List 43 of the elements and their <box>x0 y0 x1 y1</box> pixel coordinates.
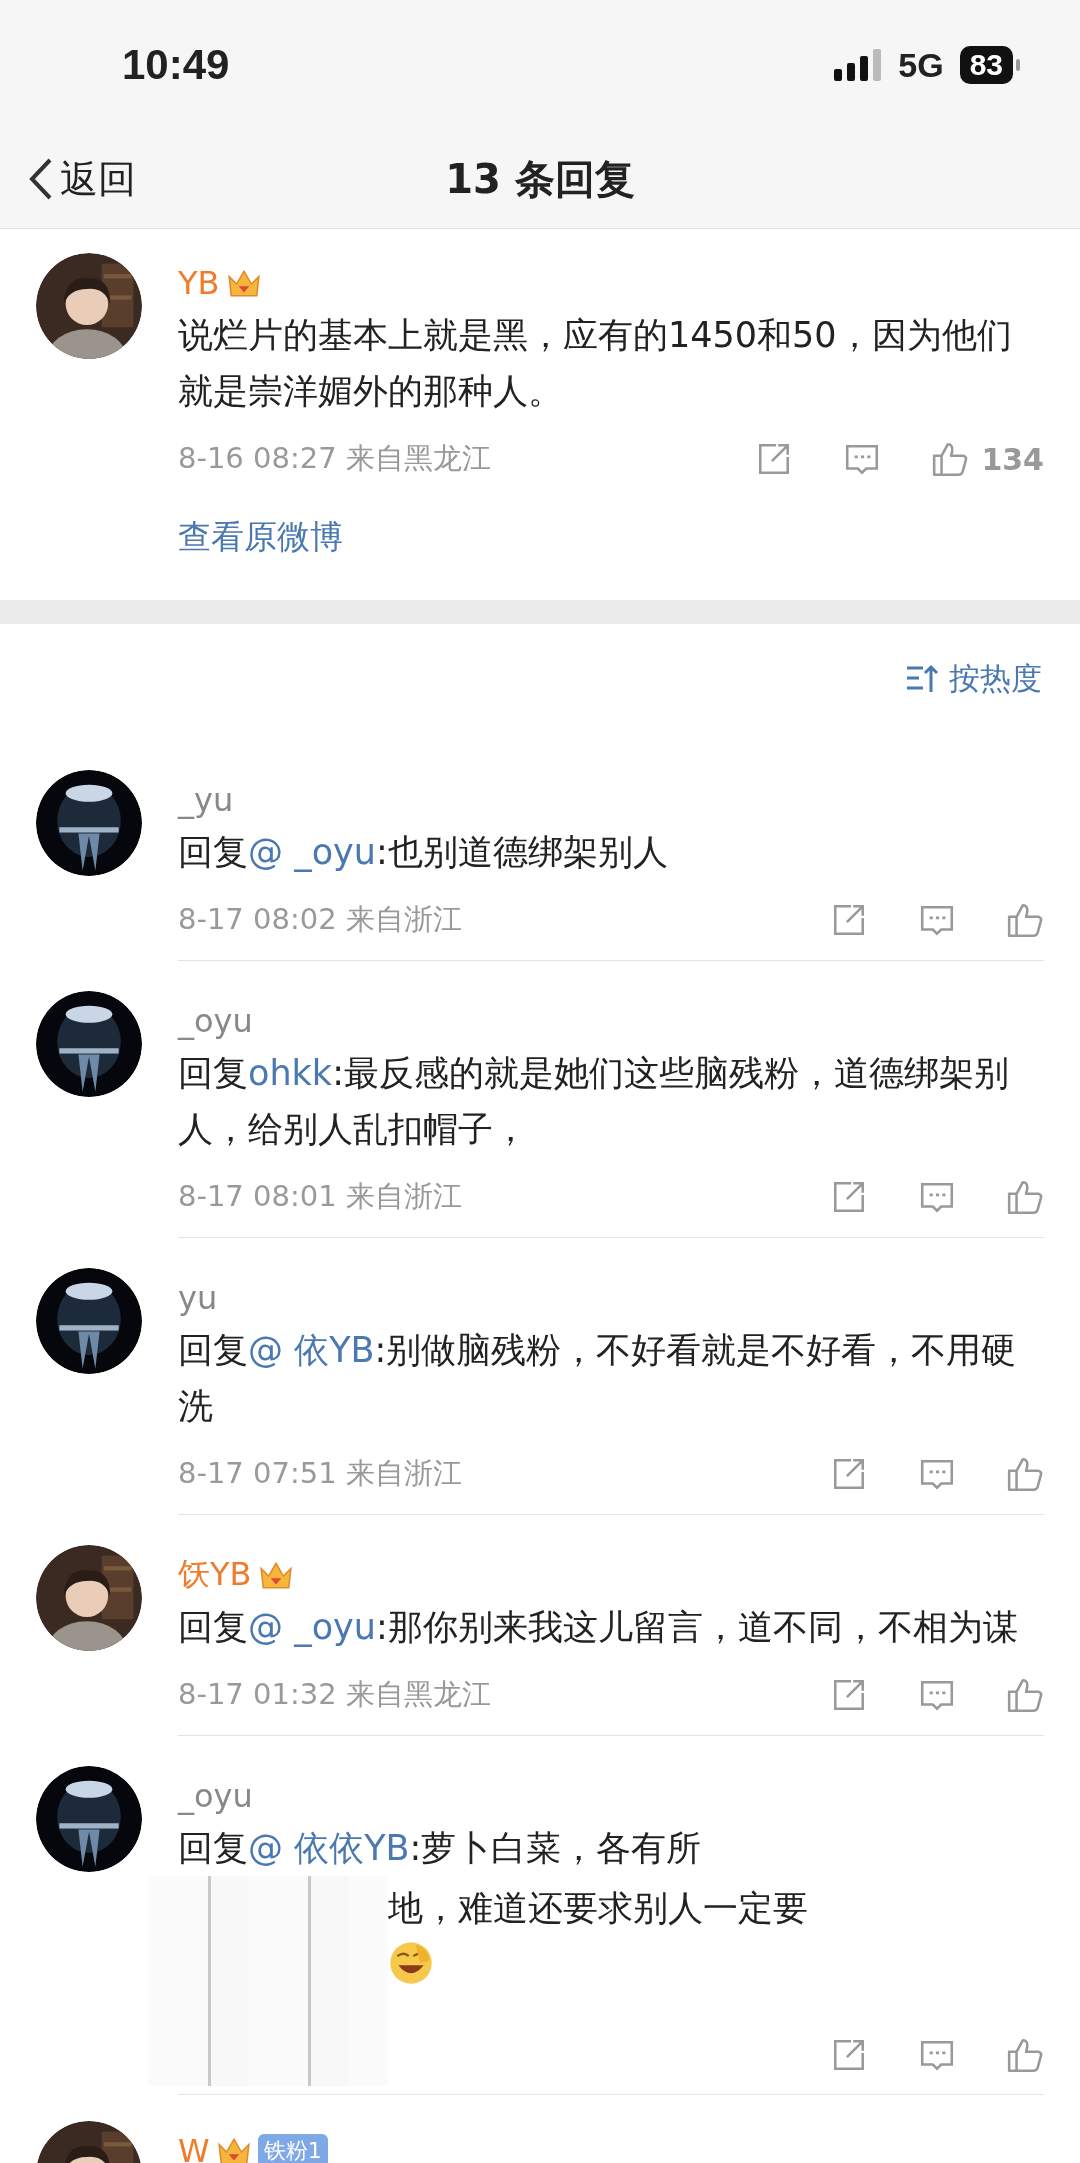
thumbs-up-icon[interactable] <box>1006 1676 1044 1714</box>
user-name[interactable]: 饫YB <box>178 1553 252 1597</box>
reply-text: 回复@ _oyu:那你别来我这儿留言，道不同，不相为谋 <box>178 1606 1019 1649</box>
reply-text: 回复@ 依YB:别做脑残粉，不好看就是不好看，不用硬洗 <box>178 1329 1018 1428</box>
reply-text: 回复ohkk:最反感的就是她们这些脑残粉，道德绑架别人，给别人乱扣帽子， <box>178 1052 1010 1151</box>
sort-icon <box>905 664 939 694</box>
reply-text: 回复@ 依依YB:萝卜白菜，各有所 <box>178 1827 703 1870</box>
thumbs-up-icon[interactable] <box>1006 901 1044 939</box>
mention-link[interactable]: ohkk <box>248 1053 333 1093</box>
view-original-link[interactable]: 查看原微博 <box>178 515 343 560</box>
comment-meta: 8-17 08:01 来自浙江 <box>178 1178 463 1215</box>
back-button[interactable]: 返回 <box>28 153 136 205</box>
user-name[interactable]: _oyu <box>178 1777 253 1815</box>
mention-link[interactable]: @ _oyu <box>248 832 376 872</box>
status-time: 10:49 <box>122 41 230 89</box>
sort-button[interactable]: 按热度 <box>905 658 1042 700</box>
comment-meta: 8-17 01:32 来自黑龙江 <box>178 1676 492 1713</box>
mention-link[interactable]: @ 依YB <box>248 1330 375 1370</box>
thumbs-up-icon[interactable] <box>1006 1455 1044 1493</box>
user-name[interactable]: W <box>178 2132 210 2163</box>
thumbs-up-icon[interactable] <box>1006 2036 1044 2074</box>
laughing-emoji-icon <box>388 1940 434 1986</box>
user-name[interactable]: yu <box>178 1279 218 1317</box>
comment-text: 说烂片的基本上就是黑，应有的1450和50，因为他们就是崇洋媚外的那种人。 <box>178 314 1013 413</box>
mention-link[interactable]: @ _oyu <box>248 1607 376 1647</box>
user-name[interactable]: _oyu <box>178 1002 253 1040</box>
like-count: 134 <box>981 441 1044 477</box>
network-label: 5G <box>898 45 944 85</box>
battery-level: 83 <box>959 46 1013 84</box>
mention-link[interactable]: @ 依依YB <box>248 1828 410 1868</box>
thumbs-up-icon[interactable] <box>931 440 970 478</box>
user-name[interactable]: YB <box>178 264 220 302</box>
reply-text: 地，难道还要求别人一定要 <box>388 1887 809 1930</box>
page-title: 13 条回复 <box>445 155 635 202</box>
user-name[interactable]: _yu <box>178 781 234 819</box>
reply-text: 回复@ _oyu:也别道德绑架别人 <box>178 831 669 874</box>
back-icon <box>28 157 54 201</box>
signal-icon <box>834 49 883 81</box>
comment-meta: 8-16 08:27 来自黑龙江 <box>178 440 492 477</box>
thumbs-up-icon[interactable] <box>1006 1178 1044 1216</box>
fan-badge: 铁粉1 <box>257 2134 328 2163</box>
comment-meta: 8-17 08:02 来自浙江 <box>178 901 463 938</box>
comment-meta: 8-17 07:51 来自浙江 <box>178 1455 463 1492</box>
